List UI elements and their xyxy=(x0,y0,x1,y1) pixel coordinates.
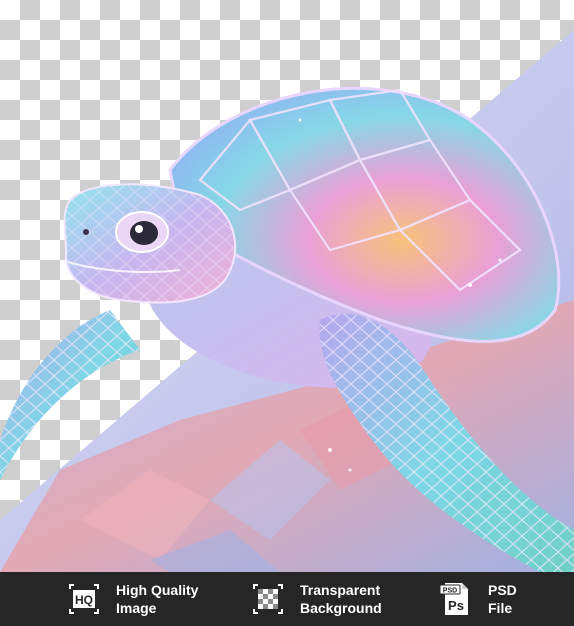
feature-transparent: Transparent Background xyxy=(248,572,382,626)
feature-psd-file: PSD Ps PSD File xyxy=(436,572,517,626)
svg-text:PSD: PSD xyxy=(443,588,457,595)
svg-text:Ps: Ps xyxy=(448,598,464,613)
feature-high-quality-line1: High Quality xyxy=(116,582,199,598)
feature-high-quality-line2: Image xyxy=(116,600,157,616)
turtle-eye xyxy=(130,221,158,245)
transparent-checker-icon xyxy=(248,579,288,619)
feature-high-quality: HQ High Quality Image xyxy=(64,572,198,626)
psd-file-icon: PSD Ps xyxy=(436,579,476,619)
hq-icon: HQ xyxy=(64,579,104,619)
feature-transparent-line2: Background xyxy=(300,600,382,616)
feature-transparent-line1: Transparent xyxy=(300,582,381,598)
feature-psd-line1: PSD xyxy=(488,582,517,598)
eye-highlight xyxy=(135,225,143,233)
nostril xyxy=(83,229,89,235)
turtle-illustration xyxy=(0,30,574,572)
svg-text:HQ: HQ xyxy=(75,593,93,607)
image-canvas xyxy=(0,0,574,572)
feature-bar: HQ High Quality Image Transparent Backgr… xyxy=(0,572,574,626)
feature-psd-line2: File xyxy=(488,600,513,616)
